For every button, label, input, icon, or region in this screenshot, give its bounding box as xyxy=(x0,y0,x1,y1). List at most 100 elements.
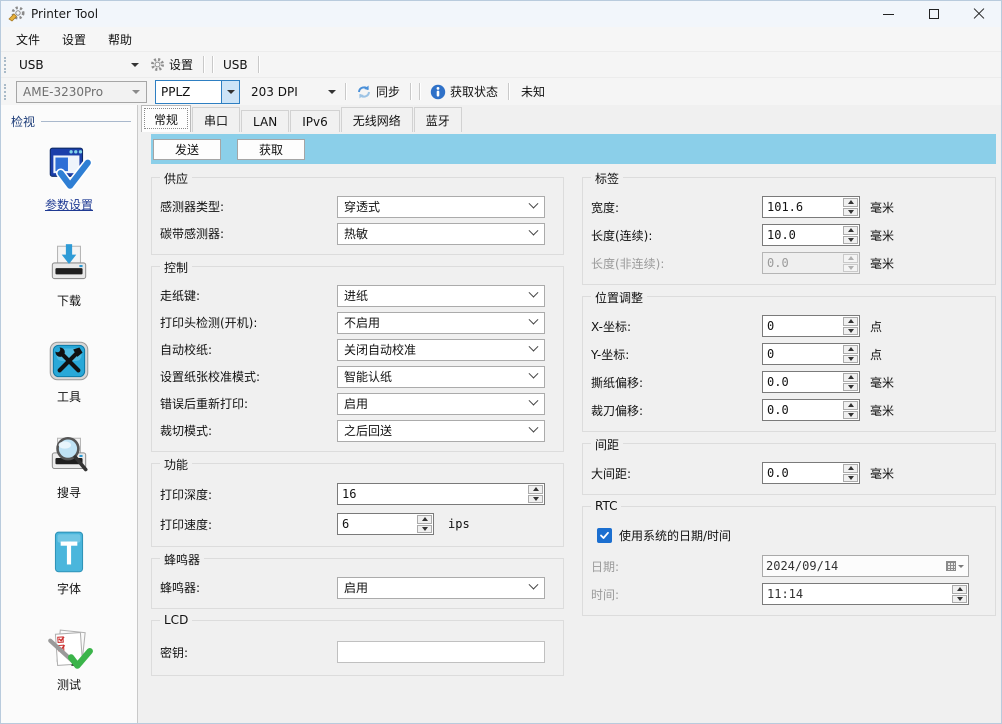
sidebar-item-tools[interactable]: 工具 xyxy=(1,336,137,405)
maximize-button[interactable] xyxy=(911,1,956,27)
sidebar-item-parameter-settings[interactable]: 参数设置 xyxy=(1,144,137,213)
step-down-button[interactable] xyxy=(528,495,543,504)
feed-key-dropdown[interactable]: 进纸 xyxy=(337,285,545,307)
step-down-button[interactable] xyxy=(843,411,858,420)
x-coordinate-input[interactable] xyxy=(764,317,842,335)
use-system-datetime-label: 使用系统的日期/时间 xyxy=(619,527,731,544)
cutter-offset-stepper[interactable] xyxy=(762,399,860,421)
x-coordinate-stepper[interactable] xyxy=(762,315,860,337)
lcd-group: LCD 密钥: xyxy=(151,620,564,676)
large-gap-input[interactable] xyxy=(764,464,842,482)
y-coordinate-stepper[interactable] xyxy=(762,343,860,365)
step-down-button[interactable] xyxy=(843,355,858,364)
tab-lan[interactable]: LAN xyxy=(241,110,289,132)
letter-t-icon xyxy=(44,528,94,578)
step-down-button[interactable] xyxy=(843,383,858,392)
sync-button[interactable]: 同步 xyxy=(350,80,406,103)
toolbar-grip[interactable] xyxy=(4,84,11,100)
step-up-button[interactable] xyxy=(528,485,543,494)
tab-serial[interactable]: 串口 xyxy=(192,107,240,132)
window-title: Printer Tool xyxy=(31,7,98,21)
get-button[interactable]: 获取 xyxy=(237,139,305,160)
port-combo[interactable]: USB xyxy=(14,54,144,75)
print-speed-stepper[interactable] xyxy=(337,513,434,535)
print-speed-input[interactable] xyxy=(339,515,416,533)
ribbon-sensor-dropdown[interactable]: 热敏 xyxy=(337,223,545,245)
cutter-offset-input[interactable] xyxy=(764,401,842,419)
step-down-button[interactable] xyxy=(843,236,858,245)
use-system-datetime-checkbox[interactable] xyxy=(597,528,612,543)
lcd-key-input[interactable] xyxy=(337,641,545,663)
print-darkness-stepper[interactable] xyxy=(337,483,545,505)
auto-calibration-dropdown[interactable]: 关闭自动校准 xyxy=(337,339,545,361)
step-down-button[interactable] xyxy=(417,525,432,534)
large-gap-stepper[interactable] xyxy=(762,462,860,484)
dropdown-value: 之后回送 xyxy=(344,422,530,439)
step-up-button[interactable] xyxy=(417,515,432,524)
label-length-continuous-stepper[interactable] xyxy=(762,224,860,246)
emulation-combo-arrow[interactable] xyxy=(221,81,239,103)
step-up-button[interactable] xyxy=(843,198,858,207)
tab-general[interactable]: 常规 xyxy=(141,105,191,132)
chevron-down-icon xyxy=(529,396,539,406)
step-up-button[interactable] xyxy=(843,464,858,473)
step-down-button[interactable] xyxy=(843,208,858,217)
menu-file[interactable]: 文件 xyxy=(5,28,51,51)
label-length-noncontinuous-stepper xyxy=(762,252,860,274)
close-button[interactable] xyxy=(956,1,1001,27)
step-down-button[interactable] xyxy=(843,327,858,336)
form-columns: 供应 感测器类型: 穿透式 碳带感测器: 热敏 xyxy=(138,164,1001,687)
step-up-button[interactable] xyxy=(843,345,858,354)
label-width-input[interactable] xyxy=(764,198,842,216)
dpi-combo[interactable]: 203 DPI xyxy=(246,81,341,102)
printer-model-value: AME-3230Pro xyxy=(23,85,132,99)
chevron-down-icon xyxy=(131,63,139,67)
dropdown-value: 进纸 xyxy=(344,287,530,304)
sensor-type-dropdown[interactable]: 穿透式 xyxy=(337,196,545,218)
form-row: 密钥: xyxy=(160,636,555,668)
menu-settings[interactable]: 设置 xyxy=(51,28,97,51)
tear-offset-stepper[interactable] xyxy=(762,371,860,393)
usb-button[interactable]: USB xyxy=(217,55,254,75)
stepper-buttons xyxy=(843,226,858,244)
send-button[interactable]: 发送 xyxy=(153,139,221,160)
sidebar-item-test[interactable]: 测试 xyxy=(1,624,137,693)
triangle-up-icon xyxy=(848,256,854,260)
step-down-button[interactable] xyxy=(843,474,858,483)
step-up-button[interactable] xyxy=(843,373,858,382)
minimize-button[interactable] xyxy=(866,1,911,27)
step-up-button[interactable] xyxy=(843,401,858,410)
label-width-stepper[interactable] xyxy=(762,196,860,218)
step-up-button[interactable] xyxy=(843,226,858,235)
tab-bluetooth[interactable]: 蓝牙 xyxy=(414,107,462,132)
paper-calibration-mode-dropdown[interactable]: 智能认纸 xyxy=(337,366,545,388)
tab-ipv6[interactable]: IPv6 xyxy=(290,110,340,132)
step-up-button[interactable] xyxy=(843,317,858,326)
y-coordinate-input[interactable] xyxy=(764,345,842,363)
emulation-combo[interactable]: PPLZ xyxy=(155,80,240,104)
unit-label: 毫米 xyxy=(870,374,894,391)
sidebar-header-line xyxy=(41,121,131,122)
head-check-dropdown[interactable]: 不启用 xyxy=(337,312,545,334)
get-status-button[interactable]: 获取状态 xyxy=(424,80,504,103)
print-darkness-input[interactable] xyxy=(339,485,527,503)
tab-wireless[interactable]: 无线网络 xyxy=(341,107,413,132)
port-settings-button[interactable]: 设置 xyxy=(144,53,199,76)
reprint-after-error-dropdown[interactable]: 启用 xyxy=(337,393,545,415)
form-row: X-坐标: 点 xyxy=(591,312,987,340)
tear-offset-input[interactable] xyxy=(764,373,842,391)
sidebar-item-font[interactable]: 字体 xyxy=(1,528,137,597)
cut-mode-dropdown[interactable]: 之后回送 xyxy=(337,420,545,442)
stepper-buttons xyxy=(952,585,967,603)
label-length-continuous-input[interactable] xyxy=(764,226,842,244)
printer-model-combo[interactable]: AME-3230Pro xyxy=(16,81,147,103)
buzzer-dropdown[interactable]: 启用 xyxy=(337,577,545,599)
sidebar: 检视 参数设置 xyxy=(1,105,138,723)
get-status-label: 获取状态 xyxy=(450,83,498,100)
toolbar-grip[interactable] xyxy=(4,57,11,73)
group-title: LCD xyxy=(160,613,192,627)
sidebar-item-search[interactable]: 搜寻 xyxy=(1,432,137,501)
menu-help[interactable]: 帮助 xyxy=(97,28,143,51)
sidebar-item-download[interactable]: 下载 xyxy=(1,240,137,309)
form-row: 碳带感测器: 热敏 xyxy=(160,220,555,247)
